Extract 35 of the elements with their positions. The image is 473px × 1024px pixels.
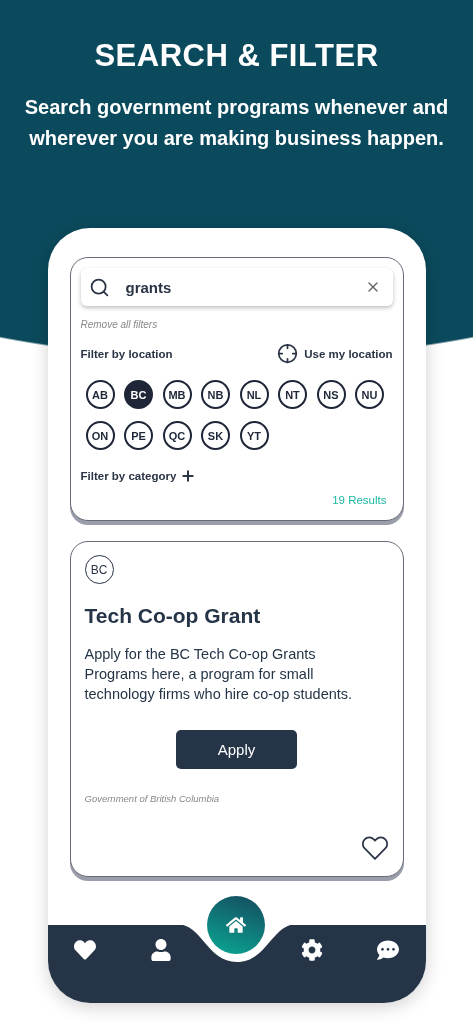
crosshair-icon bbox=[277, 343, 299, 364]
filter-label: Filter by location bbox=[80, 347, 173, 360]
province-chip[interactable]: MB bbox=[162, 380, 192, 409]
page-subtitle: Search government programs whenever and wherever you are making business happen. bbox=[23, 95, 450, 151]
province-chip[interactable]: AB bbox=[85, 380, 115, 409]
settings-icon[interactable] bbox=[301, 939, 324, 961]
favorite-button[interactable] bbox=[360, 834, 389, 862]
province-chip[interactable]: QC bbox=[162, 421, 192, 450]
province-chip[interactable]: ON bbox=[85, 421, 115, 450]
program-title: Tech Co-op Grant bbox=[84, 604, 262, 628]
heart-icon bbox=[360, 834, 389, 862]
heart-icon[interactable] bbox=[74, 939, 97, 961]
province-chip[interactable]: NU bbox=[355, 380, 384, 409]
search-field[interactable]: grants bbox=[123, 277, 351, 297]
user-icon[interactable] bbox=[149, 939, 172, 961]
home-button[interactable] bbox=[207, 896, 266, 954]
apply-button[interactable]: Apply bbox=[176, 730, 297, 769]
results-count: 19 Results bbox=[332, 494, 387, 506]
province-chip[interactable]: NB bbox=[201, 380, 230, 409]
province-chip[interactable]: BC bbox=[124, 380, 153, 409]
province-chip[interactable]: YT bbox=[239, 421, 269, 450]
program-source: Government of British Columbia bbox=[84, 793, 221, 804]
province-chip[interactable]: NS bbox=[316, 380, 346, 409]
search-icon bbox=[88, 276, 110, 298]
chat-bubble-icon[interactable] bbox=[376, 939, 399, 961]
use-location-button[interactable]: Use my location bbox=[277, 343, 393, 364]
program-description: Apply for the BC Tech Co-op Grants Programs here, a program for small technology firms who hire co-op students. bbox=[84, 645, 354, 704]
home-icon bbox=[226, 915, 247, 935]
province-chip[interactable]: PE bbox=[124, 421, 153, 450]
page-title: SEARCH & FILTER bbox=[94, 38, 379, 74]
province-chip[interactable]: NL bbox=[239, 380, 269, 409]
province-chip[interactable]: NT bbox=[278, 380, 307, 409]
filter-label: Filter by category bbox=[80, 470, 177, 482]
province-chip[interactable]: SK bbox=[201, 421, 230, 450]
remove-filters-link[interactable]: Remove all filters bbox=[80, 319, 393, 330]
